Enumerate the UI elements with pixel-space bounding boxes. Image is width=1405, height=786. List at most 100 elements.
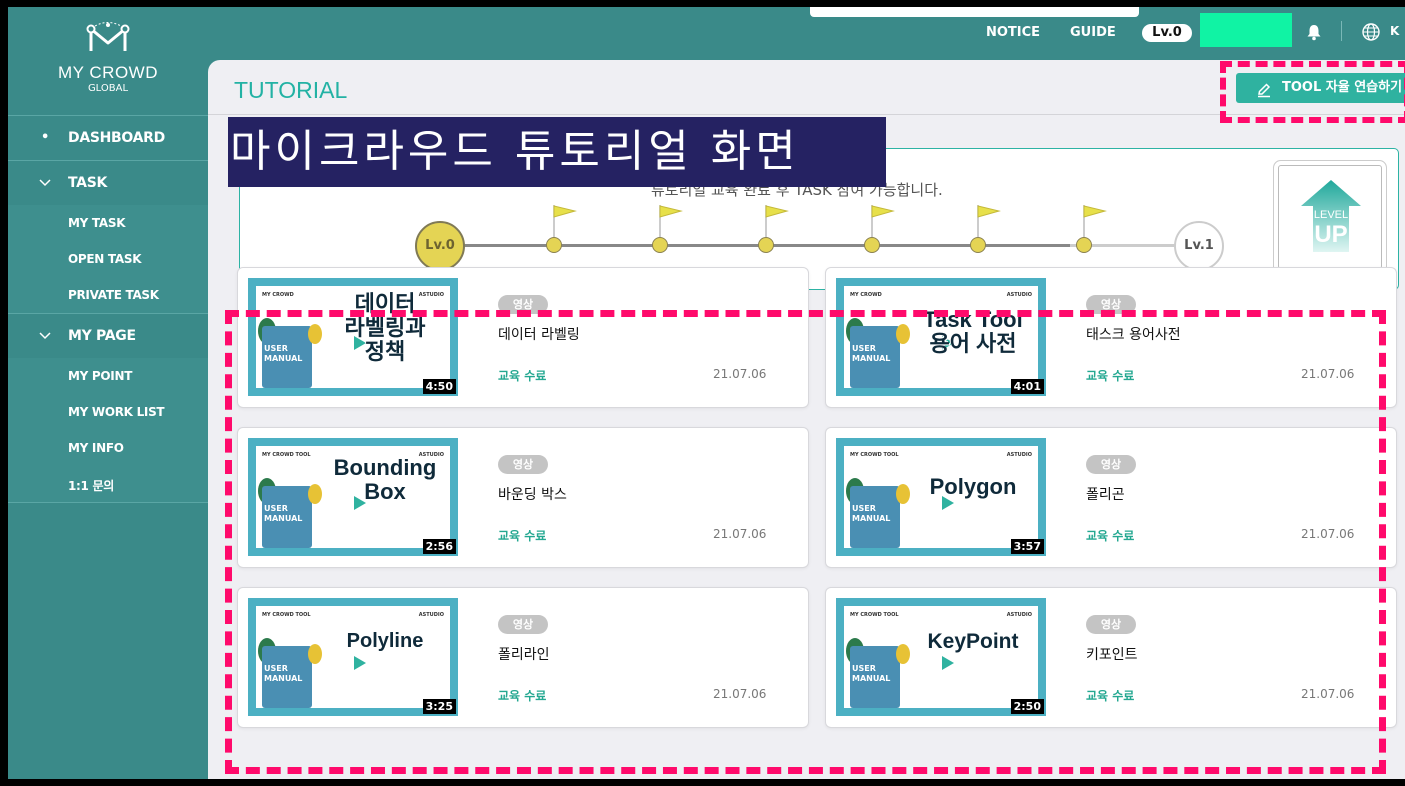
play-icon[interactable] <box>354 656 366 670</box>
globe-icon[interactable] <box>1361 22 1381 46</box>
sidebar-item-task[interactable]: TASK <box>8 161 208 205</box>
book-icon: USER MANUAL <box>850 646 900 708</box>
sidebar: MY CROWD GLOBAL • DASHBOARD TASK MY TASK… <box>8 7 208 779</box>
page-title: TUTORIAL <box>234 77 348 103</box>
thumb-header-right: ASTUDIO <box>1006 452 1032 458</box>
thumb-header-left: MY CROWD <box>262 292 294 298</box>
video-title[interactable]: 바운딩 박스 <box>498 484 567 504</box>
video-tag: 영상 <box>498 455 548 474</box>
divider <box>1341 21 1342 41</box>
book-icon: USER MANUAL <box>850 326 900 388</box>
video-card[interactable]: MY CROWD TOOL ASTUDIO USER MANUAL KeyPoi… <box>825 587 1397 728</box>
video-card[interactable]: MY CROWD TOOL ASTUDIO USER MANUAL Polygo… <box>825 427 1397 568</box>
progress-node <box>758 237 774 253</box>
video-date: 21.07.06 <box>1301 687 1355 701</box>
logo[interactable]: MY CROWD GLOBAL <box>8 21 208 94</box>
guide-link[interactable]: GUIDE <box>1070 25 1116 40</box>
video-title[interactable]: 폴리라인 <box>498 644 550 664</box>
sidebar-subitem-open-task[interactable]: OPEN TASK <box>68 252 142 266</box>
completion-status: 교육 수료 <box>1086 529 1135 543</box>
video-title[interactable]: 데이터 라벨링 <box>498 324 580 344</box>
highlight-box <box>1220 61 1405 123</box>
video-date: 21.07.06 <box>1301 367 1355 381</box>
video-duration: 4:01 <box>1010 379 1044 394</box>
book-label: USER MANUAL <box>852 664 891 683</box>
overlay-caption: 마이크라우드 튜토리얼 화면 <box>228 117 886 187</box>
thumb-header-left: MY CROWD TOOL <box>262 452 311 458</box>
progress-node <box>970 237 986 253</box>
video-card[interactable]: MY CROWD ASTUDIO USER MANUAL 데이터 라벨링과 정책… <box>237 267 809 408</box>
sidebar-item-my-page[interactable]: MY PAGE <box>8 314 208 358</box>
video-thumbnail[interactable]: MY CROWD TOOL ASTUDIO USER MANUAL Polyli… <box>248 598 458 716</box>
book-label: USER MANUAL <box>264 504 303 523</box>
progress-node <box>652 237 668 253</box>
sidebar-subitem-my-work-list[interactable]: MY WORK LIST <box>68 405 165 419</box>
language-selector[interactable]: K <box>1390 24 1399 38</box>
sidebar-item-label: MY PAGE <box>68 328 136 344</box>
completion-status: 교육 수료 <box>498 689 547 703</box>
thumb-title: Task Tool 용어 사전 <box>923 307 1023 357</box>
thumb-header-left: MY CROWD TOOL <box>262 612 311 618</box>
user-name-box[interactable] <box>1200 13 1292 47</box>
book-icon: USER MANUAL <box>262 326 312 388</box>
video-card[interactable]: MY CROWD ASTUDIO USER MANUAL Task Tool 용… <box>825 267 1397 408</box>
video-date: 21.07.06 <box>1301 527 1355 541</box>
video-duration: 3:25 <box>422 699 456 714</box>
video-duration: 4:50 <box>422 379 456 394</box>
app-window: MY CROWD GLOBAL • DASHBOARD TASK MY TASK… <box>8 7 1405 779</box>
book-icon: USER MANUAL <box>262 486 312 548</box>
thumb-title: KeyPoint <box>927 630 1019 653</box>
thumb-title: Polygon <box>929 474 1017 499</box>
level-up-badge: LEVEL UP <box>1278 165 1382 269</box>
thumb-header-right: ASTUDIO <box>418 612 444 618</box>
video-title[interactable]: 태스크 용어사전 <box>1086 324 1181 344</box>
sidebar-subitem-my-point[interactable]: MY POINT <box>68 369 132 383</box>
video-card[interactable]: MY CROWD TOOL ASTUDIO USER MANUAL Boundi… <box>237 427 809 568</box>
flag-icon <box>871 205 895 237</box>
bullet-icon: • <box>40 130 49 145</box>
book-icon: USER MANUAL <box>850 486 900 548</box>
video-tag: 영상 <box>498 615 548 634</box>
progress-node <box>546 237 562 253</box>
video-title[interactable]: 키포인트 <box>1086 644 1138 664</box>
video-thumbnail[interactable]: MY CROWD TOOL ASTUDIO USER MANUAL Boundi… <box>248 438 458 556</box>
video-tag: 영상 <box>1086 615 1136 634</box>
video-card[interactable]: MY CROWD TOOL ASTUDIO USER MANUAL Polyli… <box>237 587 809 728</box>
sidebar-subitem-private-task[interactable]: PRIVATE TASK <box>68 288 159 302</box>
progress-node <box>1076 237 1092 253</box>
play-icon[interactable] <box>942 656 954 670</box>
video-thumbnail[interactable]: MY CROWD TOOL ASTUDIO USER MANUAL KeyPoi… <box>836 598 1046 716</box>
completion-status: 교육 수료 <box>498 529 547 543</box>
thumb-title: Bounding Box <box>333 455 437 505</box>
video-title[interactable]: 폴리곤 <box>1086 484 1125 504</box>
video-duration: 2:56 <box>422 539 456 554</box>
level-up-icon: LEVEL UP <box>1301 180 1361 252</box>
book-label: USER MANUAL <box>264 344 303 363</box>
level-up-line1: LEVEL <box>1314 209 1348 221</box>
level-up-line2: UP <box>1314 221 1347 248</box>
sidebar-subitem-inquiry[interactable]: 1:1 문의 <box>68 477 114 494</box>
flag-icon <box>553 205 577 237</box>
video-thumbnail[interactable]: MY CROWD ASTUDIO USER MANUAL Task Tool 용… <box>836 278 1046 396</box>
sidebar-item-dashboard[interactable]: • DASHBOARD <box>8 116 208 160</box>
video-duration: 3:57 <box>1010 539 1044 554</box>
book-icon: USER MANUAL <box>262 646 312 708</box>
chevron-down-icon <box>38 161 52 206</box>
video-thumbnail[interactable]: MY CROWD TOOL ASTUDIO USER MANUAL Polygo… <box>836 438 1046 556</box>
video-date: 21.07.06 <box>713 527 767 541</box>
chevron-down-icon <box>38 314 52 359</box>
sidebar-subitem-my-task[interactable]: MY TASK <box>68 216 126 230</box>
sidebar-item-label: TASK <box>68 175 108 191</box>
notice-link[interactable]: NOTICE <box>986 25 1040 40</box>
thumb-header-left: MY CROWD TOOL <box>850 452 899 458</box>
level-start-badge: Lv.0 <box>415 221 465 271</box>
completion-status: 교육 수료 <box>498 369 547 383</box>
video-date: 21.07.06 <box>713 687 767 701</box>
video-thumbnail[interactable]: MY CROWD ASTUDIO USER MANUAL 데이터 라벨링과 정책… <box>248 278 458 396</box>
thumb-header-right: ASTUDIO <box>1006 612 1032 618</box>
search-input[interactable] <box>810 7 1139 17</box>
book-label: USER MANUAL <box>852 504 891 523</box>
sidebar-subitem-my-info[interactable]: MY INFO <box>68 441 124 455</box>
bell-icon[interactable] <box>1305 23 1323 45</box>
thumb-header-right: ASTUDIO <box>1006 292 1032 298</box>
